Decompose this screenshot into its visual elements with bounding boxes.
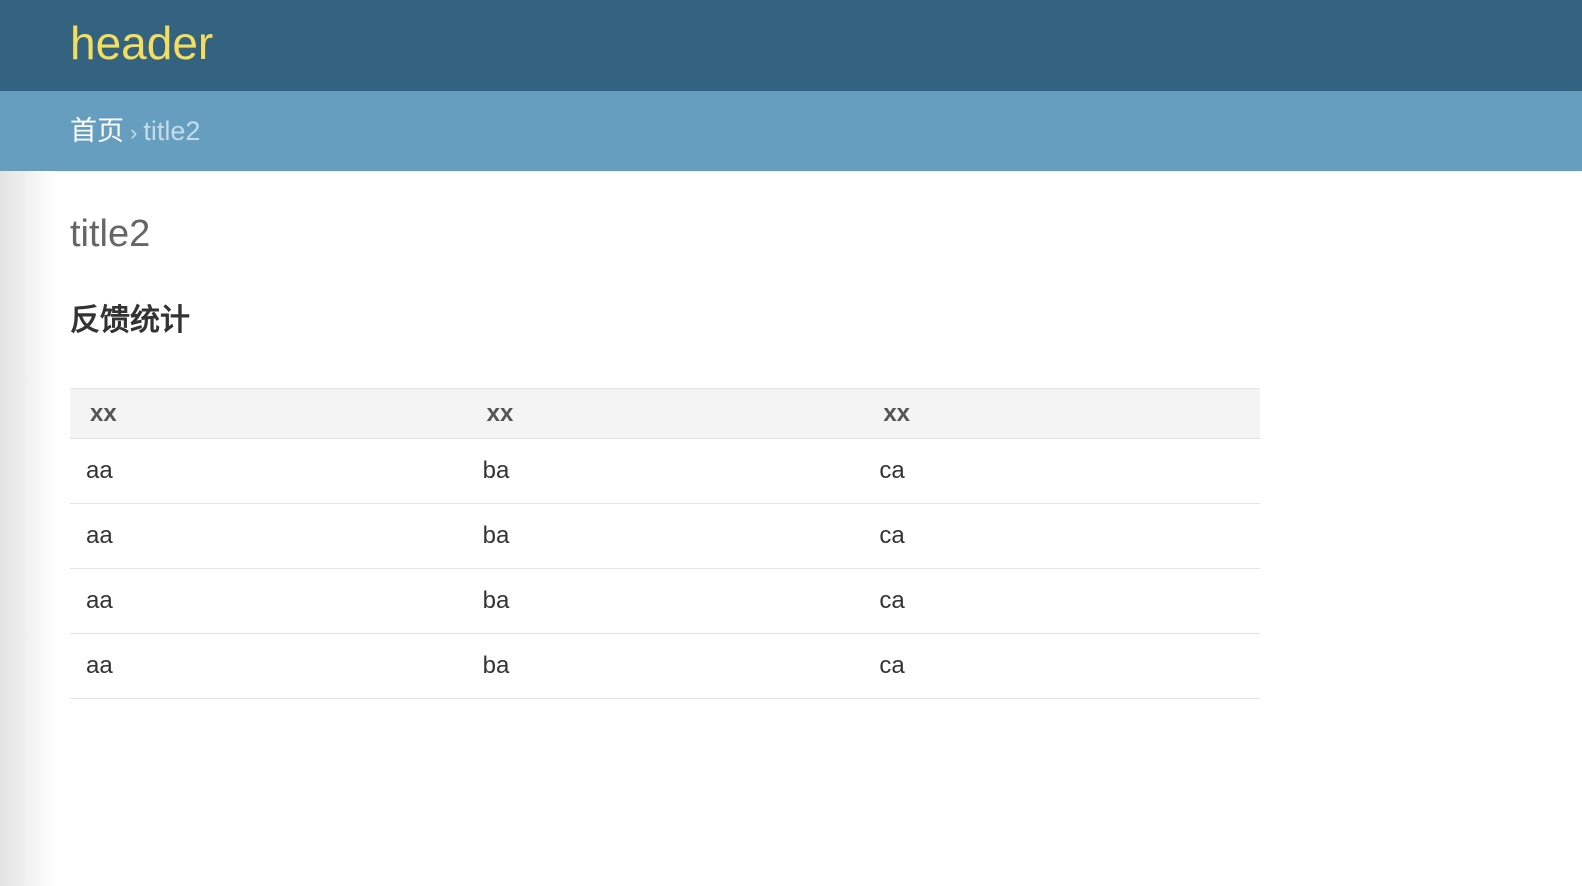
table-cell: ba bbox=[466, 503, 864, 569]
table-cell: aa bbox=[70, 568, 467, 634]
table-row: aa ba ca bbox=[70, 438, 1260, 504]
table-cell: aa bbox=[70, 503, 467, 569]
table-cell: ba bbox=[466, 568, 864, 634]
table-cell: ca bbox=[863, 503, 1260, 569]
page-title: title2 bbox=[70, 213, 151, 255]
table-cell: ba bbox=[466, 633, 864, 699]
table-header: xx xx xx bbox=[70, 388, 1260, 439]
table-row: aa ba ca bbox=[70, 568, 1260, 634]
breadcrumb-current: title2 bbox=[143, 116, 201, 146]
section-title: 反馈统计 bbox=[70, 304, 190, 337]
table-cell: ca bbox=[863, 568, 1260, 634]
table-cell: ca bbox=[863, 438, 1260, 504]
table-cell: aa bbox=[70, 438, 467, 504]
table-cell: ca bbox=[863, 633, 1260, 699]
column-header[interactable]: xx bbox=[863, 388, 1260, 439]
breadcrumb-home-link[interactable]: 首页 bbox=[70, 116, 124, 146]
column-header[interactable]: xx bbox=[466, 388, 864, 439]
feedback-stats-table: xx xx xx aa ba ca aa ba ca aa ba ca aa b… bbox=[70, 388, 1260, 699]
site-header: header bbox=[0, 0, 1582, 91]
left-gutter-shadow bbox=[0, 171, 56, 886]
admin-page: header 首页 › title2 title2 反馈统计 xx xx xx aa… bbox=[0, 0, 1582, 886]
table-header-row: xx xx xx bbox=[70, 388, 1260, 439]
table-row: aa ba ca bbox=[70, 633, 1260, 699]
breadcrumb-separator: › bbox=[130, 120, 138, 145]
breadcrumb: 首页 › title2 bbox=[70, 113, 200, 151]
breadcrumbs-bar: 首页 › title2 bbox=[0, 91, 1582, 171]
table-cell: aa bbox=[70, 633, 467, 699]
table-cell: ba bbox=[466, 438, 864, 504]
site-brand[interactable]: header bbox=[70, 16, 213, 70]
column-header[interactable]: xx bbox=[70, 388, 467, 439]
table-row: aa ba ca bbox=[70, 503, 1260, 569]
table-body: aa ba ca aa ba ca aa ba ca aa ba ca bbox=[70, 438, 1260, 699]
